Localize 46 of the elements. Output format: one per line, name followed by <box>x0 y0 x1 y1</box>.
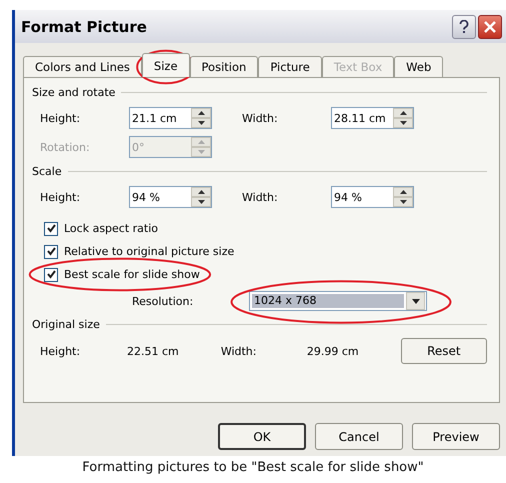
reset-button[interactable]: Reset <box>400 338 487 364</box>
field-label: Height: <box>40 112 82 124</box>
field-label: Height: <box>40 190 82 204</box>
field-label: Height: <box>40 344 82 358</box>
spin-down-icon[interactable] <box>400 200 406 204</box>
section-heading: Scale <box>32 165 62 178</box>
spin-down-icon[interactable] <box>400 121 406 125</box>
caption: Formatting pictures to be "Best scale for slide show" <box>81 460 425 475</box>
spin-up-icon[interactable] <box>400 190 406 194</box>
spin-up-icon[interactable] <box>400 111 406 115</box>
tab[interactable]: Position <box>190 56 258 77</box>
checkbox-label: Lock aspect ratio <box>64 222 158 235</box>
field-label: Width: <box>220 344 258 358</box>
close-icon[interactable] <box>478 14 502 38</box>
spin-up-icon[interactable] <box>198 111 204 115</box>
dropdown-arrow-icon[interactable] <box>412 298 420 304</box>
checkbox-label: Best scale for slide show <box>64 268 200 281</box>
field-value: 22.51 cm <box>126 344 180 358</box>
resolution-dropdown[interactable]: 1024 x 768 <box>249 291 427 311</box>
tab[interactable]: Picture <box>258 56 322 77</box>
checkbox[interactable] <box>44 244 58 258</box>
field-label: Resolution: <box>132 294 194 308</box>
field-label: Width: <box>242 190 279 204</box>
tab[interactable]: Size <box>142 53 190 77</box>
checkbox[interactable] <box>44 268 58 282</box>
spin-field[interactable]: 94 % <box>129 186 212 208</box>
spin-field[interactable]: 94 % <box>331 186 414 208</box>
spin-field[interactable]: 21.1 cm <box>129 107 212 129</box>
tab[interactable]: Web <box>394 56 444 77</box>
section-heading: Original size <box>32 318 100 331</box>
dialog-button[interactable]: Preview <box>412 423 500 450</box>
section-heading: Size and rotate <box>32 86 116 99</box>
field-label: Width: <box>242 112 279 124</box>
checkbox-label: Relative to original picture size <box>64 245 234 258</box>
spin-down-icon[interactable] <box>198 121 204 125</box>
spin-up-icon[interactable] <box>198 190 204 194</box>
field-value: 29.99 cm <box>306 344 360 358</box>
field-label: Rotation: <box>40 140 91 154</box>
help-icon[interactable] <box>452 14 476 38</box>
dialog-button[interactable]: Cancel <box>315 423 403 450</box>
dialog-button[interactable]: OK <box>218 423 306 450</box>
window-title: Format Picture <box>21 18 148 36</box>
spin-field[interactable]: 28.11 cm <box>331 107 414 129</box>
checkbox[interactable] <box>44 222 58 236</box>
tab[interactable]: Colors and Lines <box>23 56 142 77</box>
spin-down-icon[interactable] <box>198 200 204 204</box>
